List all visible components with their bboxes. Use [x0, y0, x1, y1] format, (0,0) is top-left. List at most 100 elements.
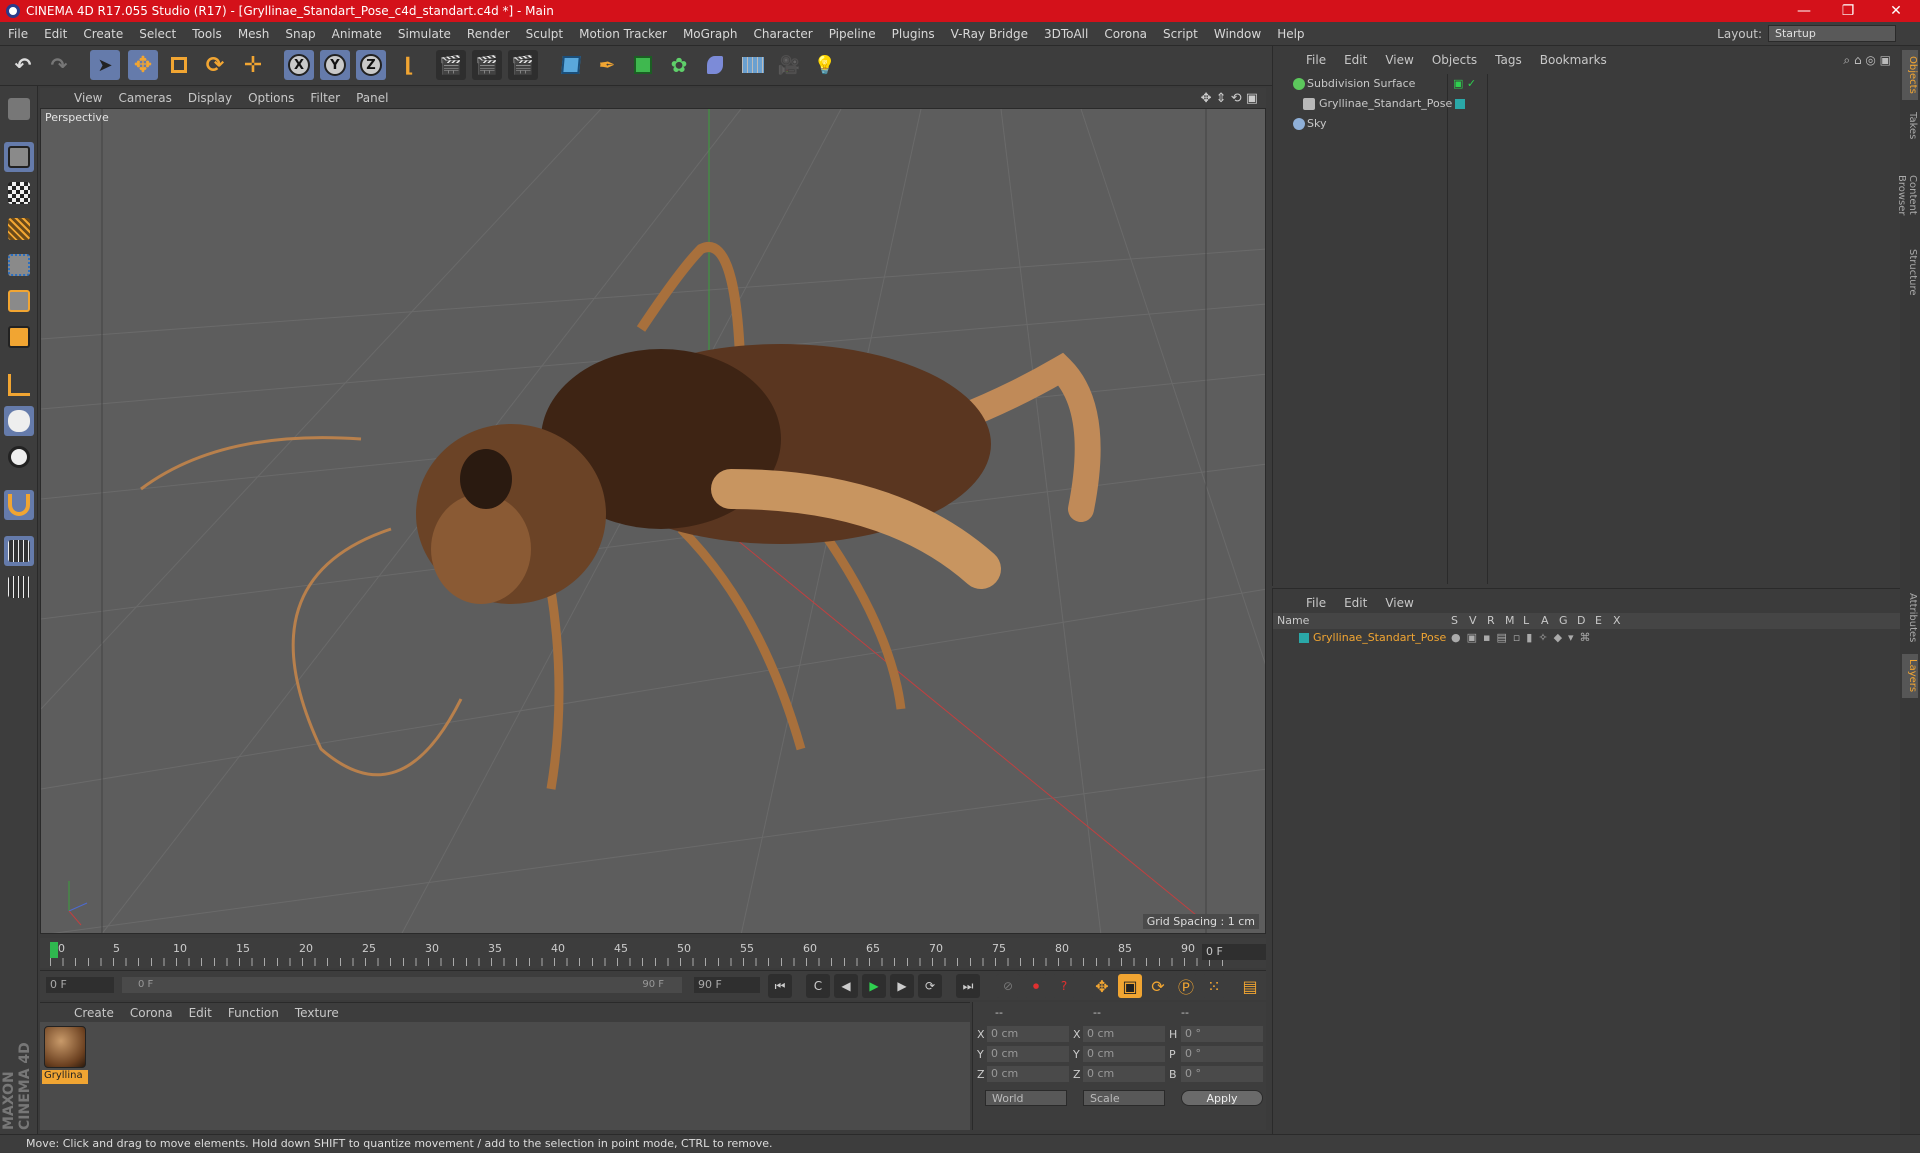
subdivision-surface-button[interactable]	[628, 50, 658, 80]
menu-sculpt[interactable]: Sculpt	[518, 27, 571, 41]
timeline-window-button[interactable]: ▤	[1238, 974, 1262, 998]
minimize-button[interactable]: —	[1784, 0, 1824, 22]
viewport-menu-filter[interactable]: Filter	[302, 91, 348, 105]
layer-toggle-icons[interactable]: ●▣▪▤▫▮✧◆▾⌘	[1451, 629, 1597, 647]
menu-animate[interactable]: Animate	[324, 27, 390, 41]
menu-motion-tracker[interactable]: Motion Tracker	[571, 27, 675, 41]
autokey-button[interactable]: ⏺	[1024, 974, 1048, 998]
cube-button[interactable]	[556, 50, 586, 80]
undo-button[interactable]: ↶	[8, 50, 38, 80]
key-position-button[interactable]: ✥	[1090, 974, 1114, 998]
size-mode-select[interactable]: Scale	[1083, 1090, 1165, 1106]
object-menu-tags[interactable]: Tags	[1486, 53, 1531, 67]
keyframe-selection-button[interactable]: ?	[1052, 974, 1076, 998]
render-picture-viewer-button[interactable]: 🎬	[472, 50, 502, 80]
menu-help[interactable]: Help	[1269, 27, 1312, 41]
viewport-solo-button[interactable]	[4, 442, 34, 472]
viewport-menu-cameras[interactable]: Cameras	[110, 91, 179, 105]
menu-render[interactable]: Render	[459, 27, 518, 41]
playhead[interactable]	[50, 942, 58, 958]
material-menu-function[interactable]: Function	[220, 1006, 287, 1020]
viewport-menu-view[interactable]: View	[66, 91, 110, 105]
key-rotation-button[interactable]: ⟳	[1146, 974, 1170, 998]
menu-tools[interactable]: Tools	[184, 27, 230, 41]
pen-spline-button[interactable]: ✒	[592, 50, 622, 80]
current-frame-field[interactable]: 0 F	[1202, 944, 1266, 960]
end-frame-field[interactable]: 90 F	[694, 977, 760, 993]
deformer-button[interactable]	[700, 50, 730, 80]
menu-simulate[interactable]: Simulate	[390, 27, 459, 41]
next-key-button[interactable]: ⟳	[918, 974, 942, 998]
material-menu-create[interactable]: Create	[66, 1006, 122, 1020]
range-slider[interactable]: 0 F 90 F	[122, 977, 682, 993]
maximize-button[interactable]: ❐	[1828, 0, 1868, 22]
viewport-menu-panel[interactable]: Panel	[348, 91, 396, 105]
render-settings-button[interactable]: 🎬	[508, 50, 538, 80]
object-manager-tool-icons[interactable]: ⌕ ⌂ ◎ ▣	[1843, 53, 1891, 68]
scale-tool-button[interactable]	[164, 50, 194, 80]
array-button[interactable]: ✿	[664, 50, 694, 80]
position-z-field[interactable]: 0 cm	[987, 1066, 1069, 1082]
object-row-gryllinae[interactable]: Gryllinae_Standart_Pose	[1273, 94, 1901, 114]
menu-character[interactable]: Character	[745, 27, 820, 41]
object-menu-objects[interactable]: Objects	[1423, 53, 1486, 67]
light-button[interactable]: 💡	[810, 50, 840, 80]
edges-mode-button[interactable]	[4, 286, 34, 316]
object-row-subdivision-surface[interactable]: Subdivision Surface ▣ ✓	[1273, 74, 1901, 94]
tab-layers[interactable]: Layers	[1902, 654, 1918, 698]
rotation-p-field[interactable]: 0 °	[1181, 1046, 1263, 1062]
menu-select[interactable]: Select	[131, 27, 184, 41]
viewport-nav-icons[interactable]: ✥ ⇕ ⟲ ▣	[1201, 91, 1258, 106]
rotation-h-field[interactable]: 0 °	[1181, 1026, 1263, 1042]
menu-edit[interactable]: Edit	[36, 27, 75, 41]
close-button[interactable]: ✕	[1876, 0, 1916, 22]
tab-takes[interactable]: Takes	[1902, 106, 1918, 146]
key-parameter-button[interactable]: Ⓟ	[1174, 974, 1198, 998]
tab-objects[interactable]: Objects	[1902, 50, 1918, 100]
menu-snap[interactable]: Snap	[277, 27, 323, 41]
menu-file[interactable]: File	[0, 27, 36, 41]
rotation-b-field[interactable]: 0 °	[1181, 1066, 1263, 1082]
layer-menu-edit[interactable]: Edit	[1335, 596, 1376, 610]
move-tool-button[interactable]: ✥	[128, 50, 158, 80]
position-y-field[interactable]: 0 cm	[987, 1046, 1069, 1062]
layer-menu-file[interactable]: File	[1297, 596, 1335, 610]
menu-vray-bridge[interactable]: V-Ray Bridge	[943, 27, 1036, 41]
key-scale-button[interactable]: ▣	[1118, 974, 1142, 998]
redo-button[interactable]: ↷	[44, 50, 74, 80]
previous-key-button[interactable]: C	[806, 974, 830, 998]
menu-corona[interactable]: Corona	[1096, 27, 1155, 41]
coordinate-system-select[interactable]: World	[985, 1090, 1067, 1106]
record-keys-disabled-button[interactable]: ⊘	[996, 974, 1020, 998]
object-menu-bookmarks[interactable]: Bookmarks	[1531, 53, 1616, 67]
size-y-field[interactable]: 0 cm	[1083, 1046, 1165, 1062]
menu-plugins[interactable]: Plugins	[884, 27, 943, 41]
object-menu-view[interactable]: View	[1376, 53, 1422, 67]
z-axis-button[interactable]: Z	[356, 50, 386, 80]
layer-color-tag[interactable]	[1455, 99, 1465, 109]
size-z-field[interactable]: 0 cm	[1083, 1066, 1165, 1082]
model-mode-button[interactable]	[4, 142, 34, 172]
go-to-end-button[interactable]: ⏭	[956, 974, 980, 998]
size-x-field[interactable]: 0 cm	[1083, 1026, 1165, 1042]
menu-window[interactable]: Window	[1206, 27, 1269, 41]
key-pla-button[interactable]: ⁙	[1202, 974, 1226, 998]
menu-3dtoall[interactable]: 3DToAll	[1036, 27, 1096, 41]
rotate-tool-button[interactable]: ⟳	[200, 50, 230, 80]
coordinate-system-button[interactable]: ⌊	[394, 50, 424, 80]
tab-content-browser[interactable]: Content Browser	[1896, 150, 1918, 240]
play-button[interactable]: ▶	[862, 974, 886, 998]
menu-script[interactable]: Script	[1155, 27, 1206, 41]
next-frame-button[interactable]: ▶	[890, 974, 914, 998]
viewport-menu-options[interactable]: Options	[240, 91, 302, 105]
render-view-button[interactable]: 🎬	[436, 50, 466, 80]
tweak-mode-button[interactable]	[4, 406, 34, 436]
material-name-label[interactable]: Gryllina	[42, 1070, 88, 1084]
layer-menu-view[interactable]: View	[1376, 596, 1422, 610]
apply-button[interactable]: Apply	[1181, 1090, 1263, 1106]
menu-mesh[interactable]: Mesh	[230, 27, 278, 41]
planar-workplane-button[interactable]	[4, 572, 34, 602]
make-editable-button[interactable]	[4, 94, 34, 124]
texture-mode-button[interactable]	[4, 178, 34, 208]
y-axis-button[interactable]: Y	[320, 50, 350, 80]
